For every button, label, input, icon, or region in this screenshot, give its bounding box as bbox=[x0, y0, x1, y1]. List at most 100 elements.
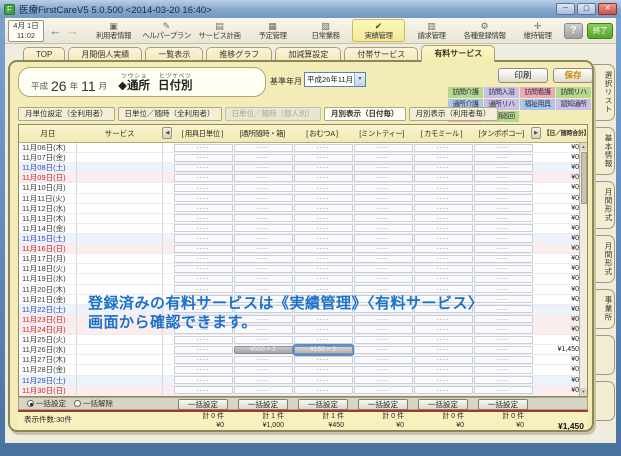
filter-monthly-by-date[interactable]: 月別表示（日付毎） bbox=[324, 107, 406, 121]
price-cell[interactable]: ---- bbox=[353, 204, 413, 213]
forward-arrow-icon[interactable]: → bbox=[66, 23, 79, 38]
price-cell[interactable]: ---- bbox=[173, 355, 233, 364]
price-cell[interactable]: ---- bbox=[353, 173, 413, 182]
price-cell[interactable]: ---- bbox=[413, 285, 473, 294]
price-cell[interactable]: ---- bbox=[233, 365, 293, 374]
price-cell[interactable]: ---- bbox=[233, 264, 293, 273]
price-cell[interactable]: ---- bbox=[293, 244, 353, 253]
toolbar-item-service-plan[interactable]: ▤サービス計画 bbox=[193, 19, 246, 42]
price-cell[interactable]: ---- bbox=[233, 194, 293, 203]
price-cell[interactable]: ---- bbox=[353, 355, 413, 364]
price-cell[interactable]: ---- bbox=[353, 386, 413, 395]
price-cell[interactable]: ---- bbox=[173, 345, 233, 354]
price-cell[interactable]: ---- bbox=[413, 224, 473, 233]
price-cell[interactable]: ---- bbox=[353, 143, 413, 152]
price-cell[interactable]: ---- bbox=[233, 285, 293, 294]
radio-batch-set[interactable]: 一括設定 bbox=[27, 398, 66, 409]
price-cell[interactable]: ---- bbox=[473, 365, 533, 374]
batch-set-button-5[interactable]: 一括設定 bbox=[478, 399, 528, 410]
price-cell[interactable]: ---- bbox=[233, 335, 293, 344]
price-cell[interactable]: ---- bbox=[413, 335, 473, 344]
price-cell[interactable]: ---- bbox=[173, 163, 233, 172]
price-cell[interactable]: ---- bbox=[413, 355, 473, 364]
price-cell[interactable]: ---- bbox=[473, 204, 533, 213]
price-cell[interactable]: ---- bbox=[233, 244, 293, 253]
price-cell[interactable]: ---- bbox=[413, 214, 473, 223]
price-cell[interactable]: ---- bbox=[293, 194, 353, 203]
price-cell[interactable]: ---- bbox=[473, 214, 533, 223]
price-cell[interactable]: ---- bbox=[233, 153, 293, 162]
price-cell[interactable]: ---- bbox=[473, 163, 533, 172]
price-cell[interactable]: ---- bbox=[173, 173, 233, 182]
price-cell[interactable]: ---- bbox=[233, 386, 293, 395]
price-cell[interactable]: ---- bbox=[473, 274, 533, 283]
side-tab-basic-info[interactable]: 基本情報 bbox=[593, 127, 615, 175]
price-cell[interactable]: ---- bbox=[413, 204, 473, 213]
price-cell[interactable]: ---- bbox=[413, 386, 473, 395]
scrollbar-thumb[interactable] bbox=[581, 152, 587, 204]
price-cell[interactable]: ---- bbox=[173, 264, 233, 273]
save-button[interactable]: 保存 bbox=[553, 68, 593, 83]
side-tab-selection-list[interactable]: 選択リスト bbox=[593, 64, 615, 121]
price-cell[interactable]: ---- bbox=[413, 163, 473, 172]
print-button[interactable]: 印刷 bbox=[498, 68, 548, 83]
minimize-button[interactable]: ─ bbox=[556, 3, 575, 15]
price-cell[interactable]: ---- bbox=[473, 386, 533, 395]
price-cell[interactable]: ---- bbox=[413, 194, 473, 203]
price-cell[interactable]: ---- bbox=[353, 376, 413, 385]
price-cell[interactable]: ---- bbox=[473, 376, 533, 385]
price-cell[interactable]: ---- bbox=[173, 204, 233, 213]
price-cell[interactable]: ---- bbox=[173, 376, 233, 385]
batch-set-button-4[interactable]: 一括設定 bbox=[418, 399, 468, 410]
toolbar-item-maintenance[interactable]: ✛維持管理 bbox=[511, 19, 564, 42]
price-cell[interactable]: ---- bbox=[173, 214, 233, 223]
side-tab-blank-2[interactable] bbox=[593, 381, 615, 421]
quit-button[interactable]: 終了 bbox=[587, 23, 613, 39]
price-cell[interactable]: ---- bbox=[293, 386, 353, 395]
price-cell[interactable]: ---- bbox=[473, 194, 533, 203]
price-cell[interactable]: ---- bbox=[353, 264, 413, 273]
price-cell[interactable]: ---- bbox=[233, 224, 293, 233]
toolbar-item-registration-info[interactable]: ⚙各種登録情報 bbox=[458, 19, 511, 42]
price-cell[interactable]: ---- bbox=[473, 355, 533, 364]
side-tab-office[interactable]: 事業所 bbox=[593, 289, 615, 329]
batch-set-button-1[interactable]: 一括設定 bbox=[238, 399, 288, 410]
base-month-dropdown[interactable]: 平成26年11月 ▼ bbox=[304, 72, 366, 87]
price-cell[interactable]: ---- bbox=[293, 234, 353, 243]
price-cell[interactable]: ---- bbox=[473, 335, 533, 344]
price-cell[interactable]: ---- bbox=[353, 194, 413, 203]
help-button[interactable]: ? bbox=[564, 23, 583, 39]
price-cell[interactable]: ---- bbox=[173, 143, 233, 152]
price-cell[interactable]: ---- bbox=[293, 173, 353, 182]
filter-monthly-unit-all[interactable]: 月単位設定（全利用者） bbox=[18, 107, 115, 121]
price-cell[interactable]: ---- bbox=[413, 183, 473, 192]
price-cell[interactable]: ---- bbox=[173, 234, 233, 243]
price-cell[interactable]: ---- bbox=[413, 173, 473, 182]
price-cell[interactable]: ---- bbox=[353, 345, 413, 354]
price-cell[interactable]: ---- bbox=[353, 365, 413, 374]
price-cell[interactable]: ---- bbox=[233, 163, 293, 172]
price-cell[interactable]: ---- bbox=[293, 153, 353, 162]
price-cell[interactable]: ---- bbox=[173, 335, 233, 344]
price-cell[interactable]: ---- bbox=[293, 163, 353, 172]
price-cell[interactable]: ---- bbox=[353, 163, 413, 172]
side-tab-blank-1[interactable] bbox=[593, 335, 615, 375]
price-cell[interactable]: ---- bbox=[413, 254, 473, 263]
price-cell[interactable]: ---- bbox=[413, 376, 473, 385]
price-cell[interactable]: ---- bbox=[473, 264, 533, 273]
price-cell[interactable]: ---- bbox=[293, 355, 353, 364]
scroll-left-button[interactable]: ◀ bbox=[162, 127, 172, 139]
price-cell[interactable]: ---- bbox=[293, 143, 353, 152]
price-cell[interactable]: ---- bbox=[413, 143, 473, 152]
price-cell[interactable]: ---- bbox=[233, 274, 293, 283]
toolbar-item-daily-work[interactable]: ▧日常業務 bbox=[299, 19, 352, 42]
price-cell[interactable]: ---- bbox=[473, 224, 533, 233]
price-cell[interactable]: ---- bbox=[473, 254, 533, 263]
price-cell[interactable]: ---- bbox=[473, 173, 533, 182]
price-cell[interactable]: ¥150 × 3 bbox=[293, 345, 353, 354]
price-cell[interactable]: ---- bbox=[413, 274, 473, 283]
price-cell[interactable]: ---- bbox=[173, 194, 233, 203]
back-arrow-icon[interactable]: ← bbox=[49, 23, 62, 38]
price-cell[interactable]: ---- bbox=[293, 224, 353, 233]
vertical-scrollbar[interactable]: ▲ ▼ bbox=[579, 143, 587, 396]
